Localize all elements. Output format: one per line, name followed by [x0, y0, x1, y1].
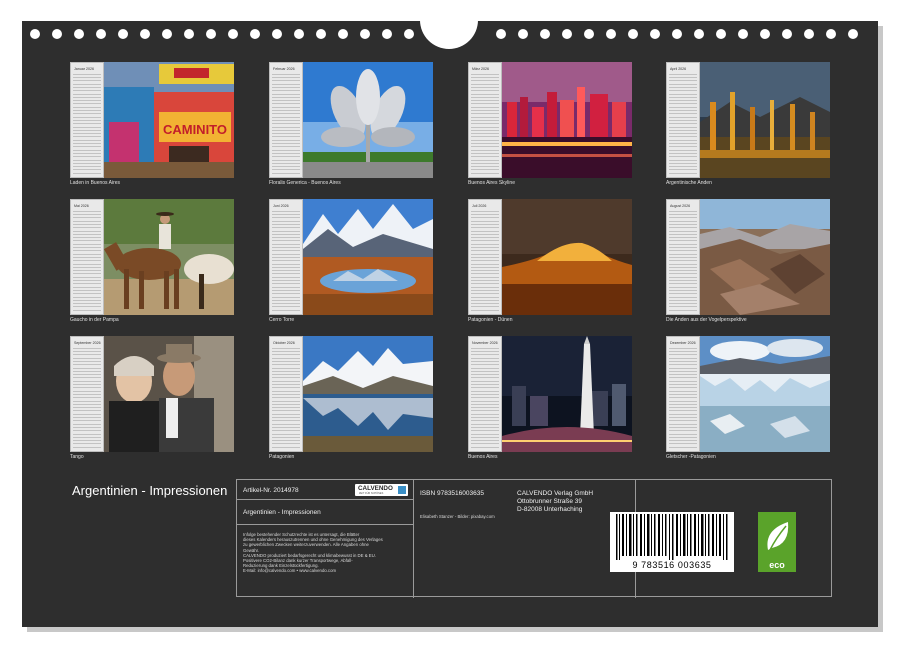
photo-caption: Cerro Torre: [269, 317, 295, 323]
publisher-street: Ottobrunner Straße 39: [517, 498, 583, 505]
calendar-grid: Juli 2026: [468, 199, 502, 315]
month-name: April 2026: [670, 67, 687, 71]
article-number: Artikel-Nr. 2014978: [243, 487, 299, 494]
photo-caption: Argentinische Anden: [666, 180, 712, 186]
product-title-cell: Argentinien - Impressionen: [237, 500, 414, 525]
month-name: Januar 2026: [74, 67, 94, 71]
photo-buenos-aires-skyline: [502, 62, 632, 178]
photo-buenos-aires-obelisk: [502, 336, 632, 452]
svg-text:CAMINITO: CAMINITO: [163, 122, 227, 137]
photo-caption: Die Anden aus der Vogelperspektive: [666, 317, 747, 323]
logo-mark-icon: [398, 486, 406, 494]
month-name: August 2026: [670, 204, 691, 208]
month-name: Oktober 2026: [273, 341, 295, 345]
calvendo-logo: CALVENDO ZEIT FÜR SCHÖNES: [355, 484, 408, 496]
photo-floralis-generica: [303, 62, 433, 178]
publisher-cell: ISBN 9783516003635 CALVENDO Verlag GmbH …: [414, 480, 636, 598]
photo-caption: Gaucho in der Pampa: [70, 317, 119, 323]
photo-tango: [104, 336, 234, 452]
logo-text: CALVENDO: [358, 485, 393, 492]
leaf-icon: [767, 522, 789, 551]
month-name: Dezember 2026: [670, 341, 696, 345]
calendar-grid: Juni 2026: [269, 199, 303, 315]
photo-cerro-torre: [303, 199, 433, 315]
photo-caption: Patagonien: [269, 454, 295, 460]
image-credit: Elisabeth Stanzer - Bilder: pixabay.com: [420, 514, 495, 519]
photo-patagonia-dunes: [502, 199, 632, 315]
barcode-bars-icon: [616, 514, 728, 560]
calendar-grid: Januar 2026: [70, 62, 104, 178]
month-name: Mai 2026: [74, 204, 89, 208]
photo-caption: Floralis Generica - Buenos Aires: [269, 180, 341, 186]
photo-shop-buenos-aires: CAMINITO: [104, 62, 234, 178]
calendar-grid: März 2026: [468, 62, 502, 178]
calendar-back-cover: Januar 2026 CAMINITO Laden in Buenos Air…: [22, 20, 878, 627]
photo-caption: Tango: [70, 454, 84, 460]
photo-glacier-patagonia: [700, 336, 830, 452]
month-name: September 2026: [74, 341, 101, 345]
logo-subtext: ZEIT FÜR SCHÖNES: [359, 492, 384, 495]
calendar-title: Argentinien - Impressionen: [72, 483, 228, 498]
calendar-grid: Februar 2026: [269, 62, 303, 178]
month-name: Juli 2026: [472, 204, 487, 208]
legal-line: E-Mail: info@calvendo.com • www.calvendo…: [243, 568, 337, 574]
calendar-grid: August 2026: [666, 199, 700, 315]
photo-caption: Buenos Aires: [468, 454, 498, 460]
photo-caption: Buenos Aires Skyline: [468, 180, 515, 186]
photo-caption: Laden in Buenos Aires: [70, 180, 121, 186]
calendar-grid: September 2026: [70, 336, 104, 452]
article-number-cell: Artikel-Nr. 2014978 CALVENDO ZEIT FÜR SC…: [237, 480, 414, 500]
eco-badge: eco: [758, 512, 796, 572]
calendar-grid: November 2026: [468, 336, 502, 452]
isbn-barcode: 9 783516 003635: [610, 512, 734, 572]
barcode-number: 9 783516 003635: [632, 560, 712, 570]
month-name: November 2026: [472, 341, 498, 345]
legal-text-cell: Infolge bestehender Schutzrechte ist es …: [237, 525, 414, 598]
calendar-grid: Dezember 2026: [666, 336, 700, 452]
photo-caption: Gletscher -Patagonien: [666, 454, 716, 460]
month-name: Juni 2026: [273, 204, 289, 208]
publisher-name: CALVENDO Verlag GmbH: [517, 490, 594, 497]
photo-argentine-andes: [700, 62, 830, 178]
month-name: März 2026: [472, 67, 489, 71]
month-name: Februar 2026: [273, 67, 295, 71]
hanger-notch: [420, 20, 478, 49]
photo-caption: Patagonien - Dünen: [468, 317, 513, 323]
calendar-grid: April 2026: [666, 62, 700, 178]
product-title: Argentinien - Impressionen: [243, 509, 321, 516]
photo-andes-aerial: [700, 199, 830, 315]
isbn: ISBN 9783516003635: [420, 490, 484, 497]
product-info-box: Artikel-Nr. 2014978 CALVENDO ZEIT FÜR SC…: [236, 479, 832, 598]
photo-patagonia-lake: [303, 336, 433, 452]
calendar-grid: Mai 2026: [70, 199, 104, 315]
photo-gaucho-pampa: [104, 199, 234, 315]
publisher-city: D-82008 Unterhaching: [517, 506, 583, 513]
calendar-grid: Oktober 2026: [269, 336, 303, 452]
eco-label: eco: [769, 560, 785, 570]
